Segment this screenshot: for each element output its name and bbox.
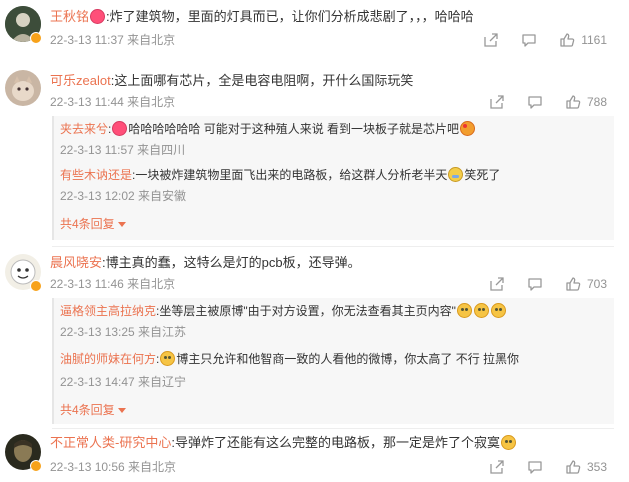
comment-username[interactable]: 不正常人类-研究中心 bbox=[50, 435, 171, 450]
reply-text-tail: 笑死了 bbox=[464, 168, 501, 182]
like-icon[interactable] bbox=[559, 32, 575, 48]
reply-meta: 22-3-13 12:02 来自安徽 bbox=[60, 189, 187, 203]
reply-list: 夹去来兮: 哈哈哈哈哈哈 可能对于这种殖人来说 看到一块板子就是芯片吧 22-3-… bbox=[52, 116, 614, 240]
reply-text: 博主只允许和他智商一致的人看他的微博，你太高了 不行 拉黑你 bbox=[176, 352, 520, 366]
cat-emoji-icon bbox=[160, 351, 176, 366]
reply-meta: 22-3-13 14:47 来自辽宁 bbox=[60, 375, 187, 389]
heart-emoji-icon bbox=[112, 121, 128, 136]
comment-meta: 22-3-13 11:46 来自北京 bbox=[50, 277, 176, 291]
reply-text: :坐等层主被原博"由于对方设置，你无法查看其主页内容" bbox=[156, 304, 456, 318]
comment-username[interactable]: 可乐zealot bbox=[50, 73, 111, 88]
caret-down-icon bbox=[117, 222, 126, 227]
reply-meta: 22-3-13 13:25 来自江苏 bbox=[60, 325, 187, 339]
reply-username[interactable]: 有些木讷还是 bbox=[60, 168, 132, 182]
divider bbox=[52, 428, 614, 429]
comment-meta: 22-3-13 11:37 来自北京 bbox=[50, 33, 176, 47]
like-count: 788 bbox=[586, 95, 607, 109]
comment-item: 晨风晓安:博主真的蠢，这特么是灯的pcb板，还导弹。 22-3-13 11:46… bbox=[0, 248, 629, 428]
comment-text: :这上面哪有芯片，全是电容电阻啊，开什么国际玩笑 bbox=[110, 73, 414, 88]
cat-emoji-icon bbox=[456, 303, 472, 318]
comment-meta: 22-3-13 11:44 来自北京 bbox=[50, 95, 176, 109]
comment-text: :导弹炸了还能有这么完整的电路板，那一定是炸了个寂寞 bbox=[171, 435, 500, 450]
like-count: 703 bbox=[586, 277, 607, 291]
like-icon[interactable] bbox=[565, 94, 581, 110]
reply-username[interactable]: 逼格领主高拉纳克 bbox=[60, 304, 156, 318]
comment-meta: 22-3-13 10:56 来自北京 bbox=[50, 460, 177, 474]
caret-down-icon bbox=[117, 408, 126, 413]
share-icon[interactable] bbox=[489, 276, 505, 292]
reply-username[interactable]: 油腻的师妹在何方 bbox=[60, 352, 156, 366]
like-icon[interactable] bbox=[565, 276, 581, 292]
share-icon[interactable] bbox=[489, 459, 505, 475]
reply-meta: 22-3-13 11:57 来自四川 bbox=[60, 143, 186, 157]
comment-text: :炸了建筑物，里面的灯具而已，让你们分析成悲剧了，，，哈哈哈 bbox=[106, 9, 474, 24]
divider bbox=[52, 246, 614, 247]
reply-list: 逼格领主高拉纳克:坐等层主被原博"由于对方设置，你无法查看其主页内容" 22-3… bbox=[52, 298, 614, 424]
comment-text: :博主真的蠢，这特么是灯的pcb板，还导弹。 bbox=[102, 255, 361, 270]
like-count: 353 bbox=[586, 460, 607, 474]
cat-emoji-icon bbox=[500, 435, 516, 450]
comment-icon[interactable] bbox=[527, 94, 543, 110]
comment-item: 王秋铭 :炸了建筑物，里面的灯具而已，让你们分析成悲剧了，，，哈哈哈 22-3-1… bbox=[0, 0, 629, 58]
reply-username[interactable]: 夹去来兮 bbox=[60, 122, 108, 136]
comment-icon[interactable] bbox=[521, 32, 537, 48]
like-count: 1161 bbox=[581, 33, 607, 47]
avatar[interactable] bbox=[5, 70, 41, 106]
comment-username[interactable]: 晨风晓安 bbox=[50, 255, 102, 270]
comment-icon[interactable] bbox=[527, 459, 543, 475]
cat-emoji-icon bbox=[473, 303, 489, 318]
verified-badge-icon bbox=[30, 32, 42, 44]
comment-username[interactable]: 王秋铭 bbox=[50, 9, 89, 24]
share-icon[interactable] bbox=[489, 94, 505, 110]
reply-text: 哈哈哈哈哈哈 可能对于这种殖人来说 看到一块板子就是芯片吧 bbox=[128, 122, 460, 136]
party-emoji-icon bbox=[460, 121, 476, 136]
verified-badge-icon bbox=[30, 460, 42, 472]
laugh-cry-emoji-icon bbox=[448, 167, 464, 182]
heart-emoji-icon bbox=[90, 9, 106, 24]
comment-item: 可乐zealot:这上面哪有芯片，全是电容电阻啊，开什么国际玩笑 22-3-13… bbox=[0, 64, 629, 242]
verified-badge-icon bbox=[30, 280, 42, 292]
more-replies-link[interactable]: 共4条回复 bbox=[60, 216, 126, 232]
comment-icon[interactable] bbox=[527, 276, 543, 292]
reply-text: :一块被炸建筑物里面飞出来的电路板，给这群人分析老半天 bbox=[132, 168, 448, 182]
comment-item: 不正常人类-研究中心:导弹炸了还能有这么完整的电路板，那一定是炸了个寂寞 22-… bbox=[0, 430, 629, 482]
more-replies-link[interactable]: 共4条回复 bbox=[60, 402, 126, 418]
cat-emoji-icon bbox=[490, 303, 506, 318]
share-icon[interactable] bbox=[483, 32, 499, 48]
like-icon[interactable] bbox=[565, 459, 581, 475]
